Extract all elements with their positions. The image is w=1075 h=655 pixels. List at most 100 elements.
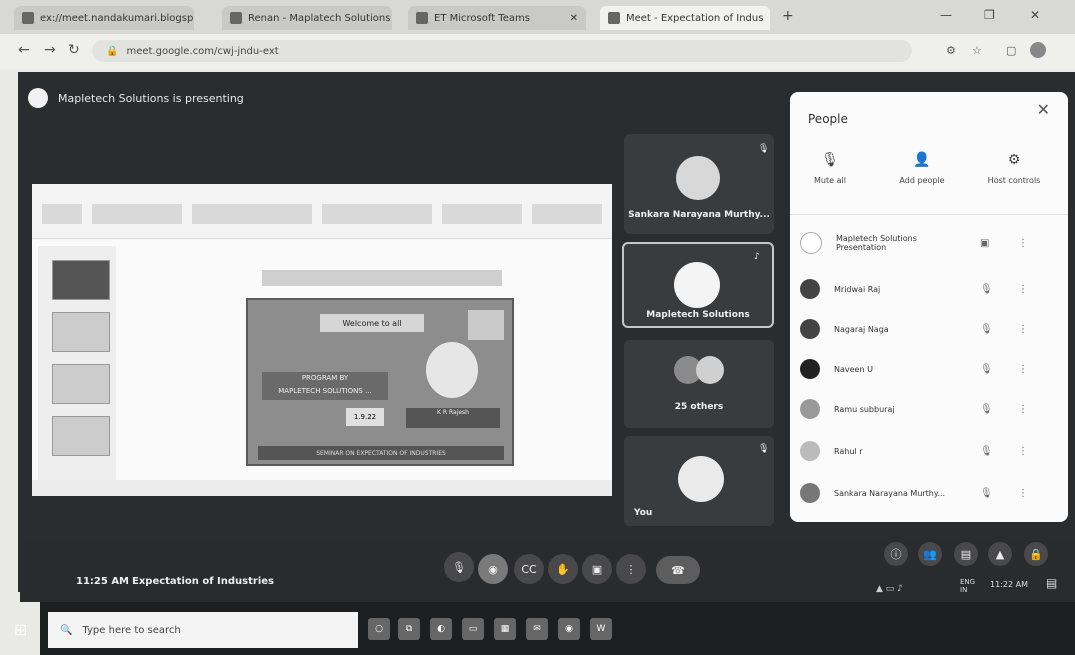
participant-row[interactable]: Mapletech Solutions Presentation ▣ ⋮ bbox=[800, 228, 1060, 258]
participant-row[interactable]: Ramu subburaj 🎙 ⋮ bbox=[800, 394, 1060, 424]
others-tile[interactable]: 25 others bbox=[624, 340, 774, 428]
sidebar-icon[interactable]: ▢ bbox=[1006, 44, 1016, 57]
tile-name: 25 others bbox=[674, 402, 724, 412]
browser-tab-1[interactable]: ex://meet.nandakumari.blogspot.in ✕ bbox=[14, 6, 194, 30]
slide-thumbnail[interactable] bbox=[52, 312, 110, 352]
more-options-icon[interactable]: ⋮ bbox=[1018, 364, 1028, 375]
captions-icon: CC bbox=[521, 562, 537, 576]
url-input[interactable]: 🔒 meet.google.com/cwj-jndu-ext bbox=[92, 40, 912, 62]
reload-icon[interactable]: ↻ bbox=[68, 42, 80, 58]
participant-tile[interactable]: Sankara Narayana Murthy... 🎙 bbox=[624, 134, 774, 234]
close-icon[interactable]: ✕ bbox=[1037, 100, 1050, 119]
participant-row[interactable]: Mridwai Raj 🎙 ⋮ bbox=[800, 274, 1060, 304]
present-button[interactable]: ▣ bbox=[582, 554, 612, 584]
browser-tab-2[interactable]: Renan - Maplatech Solutions in ✕ bbox=[222, 6, 392, 30]
participant-row[interactable]: Naveen U 🎙 ⋮ bbox=[800, 354, 1060, 384]
notifications-icon[interactable]: ▤ bbox=[1046, 576, 1057, 590]
close-tab-icon[interactable]: ✕ bbox=[769, 13, 770, 24]
close-tab-icon[interactable]: ✕ bbox=[570, 13, 578, 24]
action-label: Add people bbox=[899, 176, 945, 185]
more-options-icon[interactable]: ⋮ bbox=[1018, 404, 1028, 415]
participant-row[interactable]: Sankara Narayana Murthy... 🎙 ⋮ bbox=[800, 478, 1060, 508]
self-tile[interactable]: You 🎙 bbox=[624, 436, 774, 526]
camera-button[interactable]: ◉ bbox=[478, 554, 508, 584]
maximize-icon[interactable]: ❐ bbox=[984, 8, 995, 22]
back-icon[interactable]: ← bbox=[18, 42, 30, 58]
speaking-icon: ♪ bbox=[754, 252, 760, 262]
star-icon[interactable]: ☆ bbox=[972, 44, 982, 57]
hang-up-icon: ☎ bbox=[671, 563, 685, 577]
participant-tile-active[interactable]: Mapletech Solutions ♪ bbox=[622, 242, 774, 328]
meeting-title: Expectation of Industries bbox=[132, 576, 275, 587]
info-button[interactable]: ⓘ bbox=[884, 542, 908, 566]
close-window-icon[interactable]: ✕ bbox=[1030, 8, 1040, 22]
mute-all-button[interactable]: 🎙 Mute all bbox=[790, 152, 870, 185]
cortana-icon[interactable]: ○ bbox=[368, 618, 390, 640]
captions-button[interactable]: CC bbox=[514, 554, 544, 584]
ppt-ribbon bbox=[32, 184, 612, 239]
taskbar-search-input[interactable]: 🔍 Type here to search bbox=[48, 612, 358, 648]
slide-thumbnail[interactable] bbox=[52, 416, 110, 456]
browser-taskbar-icon[interactable]: ◐ bbox=[430, 618, 452, 640]
more-options-button[interactable]: ⋮ bbox=[616, 554, 646, 584]
people-icon: 👥 bbox=[923, 547, 937, 561]
slide-thumbnail[interactable] bbox=[52, 260, 110, 300]
favicon-icon bbox=[230, 12, 242, 24]
chrome-icon[interactable]: ◉ bbox=[558, 618, 580, 640]
profile-avatar[interactable] bbox=[1030, 42, 1046, 58]
add-people-button[interactable]: 👤 Add people bbox=[882, 152, 962, 185]
favicon-icon bbox=[608, 12, 620, 24]
participant-row[interactable]: Rahul r 🎙 ⋮ bbox=[800, 436, 1060, 466]
participant-row[interactable]: Nagaraj Naga 🎙 ⋮ bbox=[800, 314, 1060, 344]
tile-name: Sankara Narayana Murthy... bbox=[628, 210, 770, 220]
present-icon: ▣ bbox=[591, 562, 603, 576]
people-panel: People ✕ 🎙 Mute all 👤 Add people ⚙ Host … bbox=[790, 92, 1068, 522]
chat-button[interactable]: ▤ bbox=[954, 542, 978, 566]
people-button[interactable]: 👥 bbox=[918, 542, 942, 566]
mic-off-icon: 🎙 bbox=[980, 363, 993, 375]
word-icon[interactable]: W bbox=[590, 618, 612, 640]
windows-start-icon[interactable]: ⊞ bbox=[14, 620, 27, 639]
speaker-photo bbox=[426, 342, 478, 398]
host-controls-button[interactable]: ⚙ Host controls bbox=[974, 152, 1054, 185]
activities-button[interactable]: ▲ bbox=[988, 542, 1012, 566]
mic-button[interactable]: 🎙 bbox=[444, 552, 474, 582]
participant-name: Ramu subburaj bbox=[834, 404, 895, 414]
ppt-status-bar bbox=[32, 480, 612, 496]
raise-hand-button[interactable]: ✋ bbox=[548, 554, 578, 584]
more-options-icon[interactable]: ⋮ bbox=[1018, 324, 1028, 335]
language-indicator[interactable]: ENG IN bbox=[960, 578, 975, 594]
browser-tab-4[interactable]: Meet - Expectation of Indus ✕ bbox=[600, 6, 770, 30]
mail-icon[interactable]: ✉ bbox=[526, 618, 548, 640]
leave-call-button[interactable]: ☎ bbox=[656, 556, 700, 584]
extension-icon[interactable]: ⚙ bbox=[946, 44, 956, 57]
more-options-icon[interactable]: ⋮ bbox=[1018, 488, 1028, 499]
mic-off-icon: 🎙 bbox=[758, 144, 770, 154]
new-tab-icon[interactable]: + bbox=[782, 8, 794, 24]
activities-icon: ▲ bbox=[995, 547, 1005, 561]
more-options-icon[interactable]: ⋮ bbox=[1018, 446, 1028, 457]
browser-tab-3[interactable]: ET Microsoft Teams ✕ bbox=[408, 6, 586, 30]
slide-thumbnails[interactable] bbox=[38, 246, 116, 486]
file-explorer-icon[interactable]: ▭ bbox=[462, 618, 484, 640]
mic-icon: 🎙 bbox=[452, 560, 466, 574]
more-options-icon[interactable]: ⋮ bbox=[1018, 238, 1028, 249]
taskbar-clock[interactable]: 11:22 AM bbox=[990, 580, 1028, 589]
avatar bbox=[800, 359, 820, 379]
slide-date: 1.9.22 bbox=[346, 408, 384, 426]
maple-leaf-logo bbox=[468, 310, 504, 340]
task-view-icon[interactable]: ⧉ bbox=[398, 618, 420, 640]
minimize-icon[interactable]: — bbox=[940, 8, 952, 22]
browser-tab-bar: ex://meet.nandakumari.blogspot.in ✕ Rena… bbox=[0, 0, 1075, 34]
more-options-icon[interactable]: ⋮ bbox=[1018, 284, 1028, 295]
system-tray-icons[interactable]: ▲ ▭ ♪ bbox=[876, 584, 903, 594]
avatar bbox=[800, 399, 820, 419]
tab-label: ET Microsoft Teams bbox=[434, 12, 530, 24]
store-icon[interactable]: ▦ bbox=[494, 618, 516, 640]
meeting-time: 11:25 AM bbox=[76, 576, 130, 587]
tab-label: ex://meet.nandakumari.blogspot.in bbox=[40, 12, 194, 24]
slide-thumbnail[interactable] bbox=[52, 364, 110, 404]
host-controls-button[interactable]: 🔒 bbox=[1024, 542, 1048, 566]
participant-name: Sankara Narayana Murthy... bbox=[834, 488, 946, 498]
forward-icon[interactable]: → bbox=[44, 42, 56, 58]
